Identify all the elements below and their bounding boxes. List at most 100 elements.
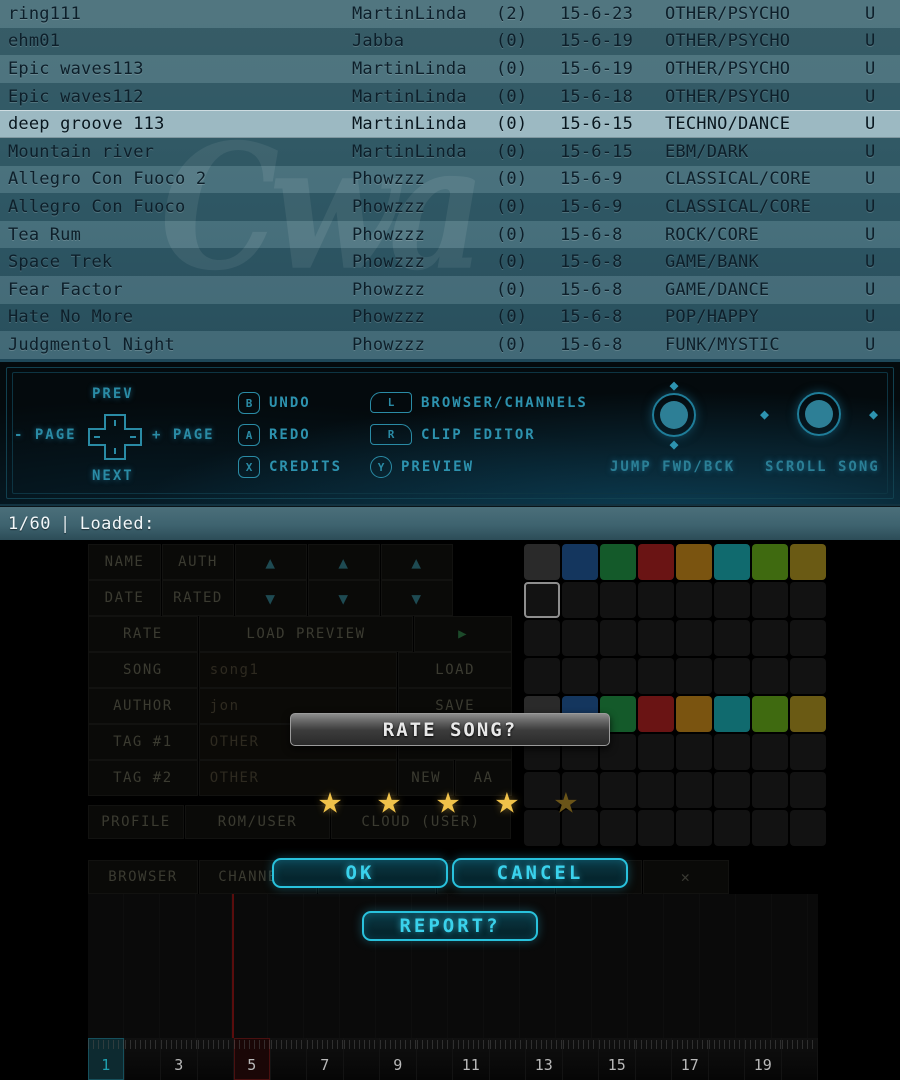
color-swatch[interactable] [676,544,712,580]
color-swatch[interactable] [524,582,560,618]
tag1-field-input[interactable]: OTHER [198,724,398,760]
color-swatch[interactable] [562,772,598,808]
color-swatch[interactable] [790,696,826,732]
color-swatch[interactable] [524,772,560,808]
color-swatch[interactable] [638,544,674,580]
timeline-cell[interactable]: 3 [161,1038,198,1080]
color-swatch[interactable] [676,734,712,770]
song-row[interactable]: Mountain river MartinLinda (0) 15-6-15 EBM/D… [0,137,900,166]
song-row[interactable]: ehm01 Jabba (0) 15-6-19 OTHER/PSYCHO U [0,27,900,56]
stick-scroll-song[interactable]: ◆ ◆ [760,392,878,436]
song-row[interactable]: Allegro Con Fuoco 2 Phowzzz (0) 15-6-9 CLASS… [0,165,900,194]
tab-profile[interactable]: PROFILE [88,805,184,839]
ok-button[interactable]: OK [272,858,448,888]
song-row[interactable]: deep groove 113 MartinLinda (0) 15-6-15 TECH… [0,110,900,138]
color-swatch[interactable] [638,696,674,732]
color-swatch[interactable] [638,620,674,656]
color-swatch[interactable] [676,772,712,808]
tag1-action-button[interactable] [398,724,512,760]
song-row[interactable]: Epic waves113 MartinLinda (0) 15-6-19 OTHER/… [0,55,900,83]
timeline-cell[interactable]: 11 [453,1038,490,1080]
song-row[interactable]: ring111 MartinLinda (2) 15-6-23 OTHER/PSYCHO… [0,0,900,28]
sort-up-top-button[interactable]: ▲ [381,544,453,580]
color-swatch[interactable] [752,582,788,618]
color-swatch[interactable] [714,772,750,808]
color-swatch[interactable] [562,734,598,770]
color-swatch[interactable] [752,734,788,770]
button-hint-clip-editor[interactable]: R CLIP EDITOR [370,424,536,445]
song-list[interactable]: Cwa ring111 MartinLinda (2) 15-6-23 OTHER/PS… [0,0,900,359]
tab-browser[interactable]: BROWSER [88,860,198,894]
color-swatch[interactable] [676,658,712,694]
color-swatch[interactable] [676,696,712,732]
color-swatch[interactable] [752,544,788,580]
song-row[interactable]: Fear Factor Phowzzz (0) 15-6-8 GAME/DANCE U [0,275,900,304]
color-swatch[interactable] [562,620,598,656]
tab-cloud-user[interactable]: CLOUD (USER) [331,805,511,839]
rate-button[interactable]: RATE [88,616,198,652]
color-swatch[interactable] [600,772,636,808]
button-hint-preview[interactable]: Y PREVIEW [370,456,474,478]
color-swatch[interactable] [790,658,826,694]
color-swatch[interactable] [752,620,788,656]
timeline-cell[interactable] [489,1038,526,1080]
timeline-cell[interactable]: 19 [745,1038,782,1080]
color-swatch[interactable] [714,620,750,656]
aa-button[interactable]: AA [455,760,512,796]
sort-date-button[interactable]: DATE [88,580,161,616]
color-swatch[interactable] [562,544,598,580]
timeline-cell[interactable]: 9 [380,1038,417,1080]
load-preview-button[interactable]: LOAD PREVIEW [198,616,414,652]
color-swatch[interactable] [562,658,598,694]
color-swatch[interactable] [714,734,750,770]
save-button[interactable]: SAVE [398,688,512,724]
dpad-icon[interactable] [86,413,144,461]
timeline-cell[interactable] [197,1038,234,1080]
song-row[interactable]: Space Trek Phowzzz (0) 15-6-8 GAME/BANK U [0,248,900,276]
sort-up-double-button[interactable]: ▲ [308,544,380,580]
timeline-cell[interactable] [124,1038,161,1080]
color-swatch[interactable] [562,696,598,732]
cancel-button[interactable]: CANCEL [452,858,628,888]
new-button[interactable]: NEW [398,760,455,796]
button-hint-credits[interactable]: X CREDITS [238,456,342,478]
timeline-cell[interactable]: 5 [234,1038,271,1080]
sort-up-button[interactable]: ▲ [235,544,307,580]
color-swatch[interactable] [752,658,788,694]
color-swatch[interactable] [524,734,560,770]
timeline-cell[interactable] [635,1038,672,1080]
color-swatch[interactable] [790,772,826,808]
sort-down-bottom-button[interactable]: ▼ [381,580,453,616]
song-row[interactable]: Allegro Con Fuoco Phowzzz (0) 15-6-9 CLASSIC… [0,193,900,221]
color-swatch[interactable] [714,696,750,732]
timeline-cell[interactable] [270,1038,307,1080]
color-swatch[interactable] [638,734,674,770]
color-swatch[interactable] [676,810,712,846]
timeline-cell[interactable]: 13 [526,1038,563,1080]
timeline-cell[interactable] [708,1038,745,1080]
timeline-cell[interactable] [343,1038,380,1080]
color-swatch[interactable] [600,810,636,846]
song-row[interactable]: Epic waves112 MartinLinda (0) 15-6-18 OTHER/… [0,82,900,111]
color-swatch[interactable] [790,620,826,656]
color-swatch[interactable] [638,658,674,694]
sort-name-button[interactable]: NAME [88,544,161,580]
load-button[interactable]: LOAD [398,652,512,688]
color-swatch[interactable] [752,696,788,732]
timeline-cell[interactable]: 1 [88,1038,125,1080]
color-swatch[interactable] [790,734,826,770]
color-swatch[interactable] [524,544,560,580]
stick-jump-fwd-bck[interactable]: ◆ ◆ [624,378,724,452]
song-row[interactable]: Tea Rum Phowzzz (0) 15-6-8 ROCK/CORE U [0,220,900,249]
color-swatch[interactable] [676,582,712,618]
color-swatch[interactable] [714,582,750,618]
color-swatch[interactable] [562,582,598,618]
tab-rom-user[interactable]: ROM/USER [185,805,330,839]
song-field-input[interactable]: song1 [198,652,398,688]
timeline-cell[interactable] [562,1038,599,1080]
sort-down-double-button[interactable]: ▼ [308,580,380,616]
timeline-cell[interactable] [781,1038,818,1080]
button-hint-undo[interactable]: B UNDO [238,392,311,414]
color-swatch[interactable] [600,544,636,580]
color-swatch[interactable] [790,810,826,846]
